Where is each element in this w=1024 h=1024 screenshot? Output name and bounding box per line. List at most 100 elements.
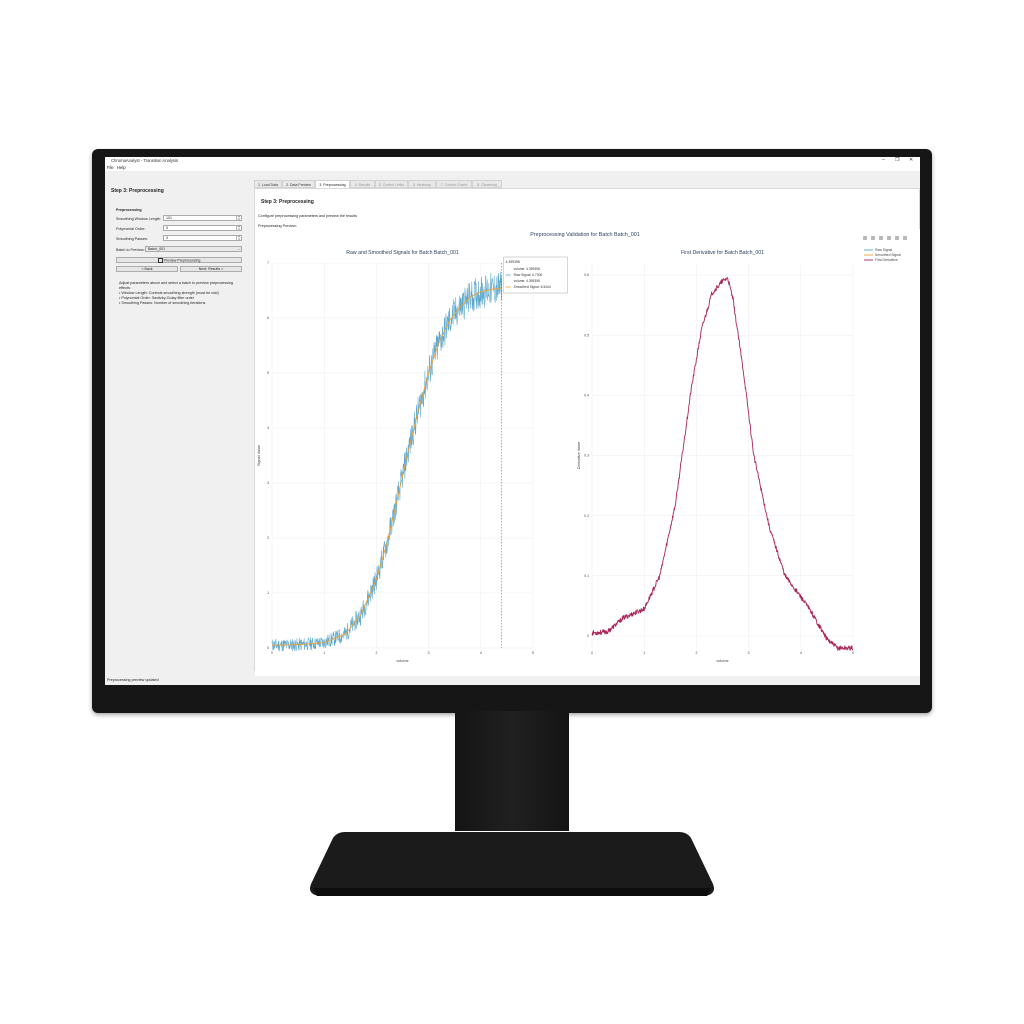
poly-order-label: Polynomial Order: <box>116 227 146 231</box>
y-tick-label: 1 <box>267 591 269 595</box>
status-text: Preprocessing preview updated <box>107 678 159 682</box>
preprocessing-tab-content: Step 3: Preprocessing Configure preproce… <box>254 188 920 677</box>
x-tick-label: 2 <box>695 651 697 655</box>
y-axis-label: Derivative Value <box>577 442 581 469</box>
y-tick-label: 5 <box>267 371 269 375</box>
preview-button-label: Preview Preprocessing <box>163 258 201 263</box>
help-line: Adjust parameters above and select a bat… <box>119 281 233 285</box>
x-tick-label: 4 <box>480 651 482 655</box>
checkbox-icon <box>157 258 163 263</box>
poly-order-spinbox[interactable]: 3 ▲ ▼ <box>163 225 242 231</box>
x-axis-label: volume <box>396 659 408 663</box>
y-tick-label: 0.1 <box>584 574 589 578</box>
spin-arrows-icon[interactable]: ▲ ▼ <box>236 235 241 240</box>
window-title: ChromaAnalyst - Transition Analysis <box>111 158 179 163</box>
y-tick-label: 2 <box>267 536 269 540</box>
help-line: • Smoothing Passes: Number of smoothing … <box>119 301 206 305</box>
y-axis-label: Signal Value <box>257 445 261 466</box>
monitor-stand-base <box>310 832 714 896</box>
help-line: effects: <box>119 286 131 290</box>
chart-title: Raw and Smoothed Signals for Batch Batch… <box>346 250 459 256</box>
status-bar: Preprocessing preview updated <box>105 676 920 685</box>
x-tick-label: 1 <box>643 651 645 655</box>
next-results-button[interactable]: Next: Results > <box>180 266 242 272</box>
menu-file[interactable]: File <box>107 165 114 170</box>
batch-label: Batch to Preview: <box>116 248 145 252</box>
y-tick-label: 0.4 <box>584 394 589 398</box>
back-button[interactable]: < Back <box>116 266 178 272</box>
tab-load-data[interactable]: 1. Load Data <box>254 180 282 188</box>
x-tick-label: 0 <box>271 651 273 655</box>
spin-arrows-icon[interactable]: ▲ ▼ <box>236 225 241 230</box>
passes-spinbox[interactable]: 3 ▲ ▼ <box>163 235 242 241</box>
minimize-button[interactable]: – <box>882 157 885 163</box>
home-icon[interactable] <box>903 236 907 240</box>
preview-label: Preprocessing Preview: <box>258 224 297 228</box>
tab-control-charts[interactable]: 7. Control Charts <box>436 180 472 188</box>
tooltip-line: volume: 4.399398 <box>514 279 540 283</box>
validation-title: Preprocessing Validation for Batch Batch… <box>530 232 640 238</box>
y-tick-label: 0.3 <box>584 454 589 458</box>
maximize-button[interactable]: ❐ <box>895 157 899 163</box>
x-tick-label: 3 <box>748 651 750 655</box>
tooltip-line: Raw Signal: 6.7300 <box>514 273 543 277</box>
legend-label: Raw Signal <box>875 248 892 252</box>
passes-label: Smoothing Passes: <box>116 237 148 241</box>
y-tick-label: 7 <box>267 261 269 265</box>
tab-heatmap[interactable]: 6. Heatmap <box>408 180 436 188</box>
tooltip-line: volume: 4.399398 <box>514 267 540 271</box>
y-tick-label: 4 <box>267 426 269 430</box>
chart-title: First Derivative for Batch Batch_001 <box>681 250 764 256</box>
camera-icon[interactable] <box>863 236 867 240</box>
y-tick-label: 0 <box>267 646 269 650</box>
box-select-icon[interactable] <box>887 236 891 240</box>
tooltip-header: 4.399398 <box>506 260 520 264</box>
x-tick-label: 5 <box>532 651 534 655</box>
y-tick-label: 0.6 <box>584 273 589 277</box>
reset-axes-icon[interactable] <box>895 236 899 240</box>
title-bar: ChromaAnalyst - Transition Analysis – ❐ … <box>105 157 920 164</box>
menu-help[interactable]: Help <box>117 165 126 170</box>
x-tick-label: 5 <box>852 651 854 655</box>
legend-label: First Derivative <box>875 258 898 262</box>
tab-clustering[interactable]: 8. Clustering <box>472 180 502 188</box>
preprocessing-group-title: Preprocessing <box>116 208 142 212</box>
x-tick-label: 2 <box>375 651 377 655</box>
app-window: ChromaAnalyst - Transition Analysis – ❐ … <box>105 157 920 685</box>
poly-order-value: 3 <box>166 226 168 230</box>
help-line: • Polynomial Order: Savitzky-Golay filte… <box>119 296 195 300</box>
content-heading: Step 3: Preprocessing <box>261 199 314 205</box>
zoom-icon[interactable] <box>871 236 875 240</box>
help-line: • Window Length: Controls smoothing stre… <box>119 291 219 295</box>
x-axis-label: volume <box>716 659 728 663</box>
y-tick-label: 0.5 <box>584 333 589 337</box>
chevron-down-icon: ⌄ <box>237 247 240 251</box>
step-title: Step 3: Preprocessing <box>111 188 164 194</box>
tab-data-preview[interactable]: 2. Data Preview <box>282 180 315 188</box>
batch-select[interactable]: Batch_001 ⌄ <box>145 246 242 252</box>
tab-results[interactable]: 4. Results <box>350 180 375 188</box>
batch-value: Batch_001 <box>148 247 166 251</box>
y-tick-label: 6 <box>267 316 269 320</box>
window-length-spinbox[interactable]: 101 ▲ ▼ <box>163 215 242 221</box>
passes-value: 3 <box>166 236 168 240</box>
preview-preprocessing-button[interactable]: Preview Preprocessing <box>116 257 242 263</box>
x-tick-label: 4 <box>800 651 802 655</box>
preview-plot[interactable]: 0 1 2 3 4 5 0 1 2 3 4 5 6 7 Raw and Smoothed Signals f… <box>255 229 920 677</box>
monitor-stand-neck <box>455 711 569 831</box>
close-button[interactable]: ✕ <box>909 157 913 163</box>
content-description: Configure preprocessing parameters and p… <box>258 214 357 218</box>
y-tick-label: 3 <box>267 481 269 485</box>
y-tick-label: 0 <box>587 634 589 638</box>
tab-control-limits[interactable]: 5. Control Limits <box>375 180 408 188</box>
x-tick-label: 1 <box>323 651 325 655</box>
left-panel: Step 3: Preprocessing Preprocessing Smoo… <box>105 177 252 677</box>
y-tick-label: 0.2 <box>584 514 589 518</box>
window-length-value: 101 <box>166 216 172 220</box>
tooltip-line: Smoothed Signal: 6.5444 <box>514 285 551 289</box>
window-length-label: Smoothing Window Length: <box>116 217 162 221</box>
x-tick-label: 0 <box>591 651 593 655</box>
pan-icon[interactable] <box>879 236 883 240</box>
menu-bar: File Help <box>105 164 920 171</box>
spin-arrows-icon[interactable]: ▲ ▼ <box>236 215 241 220</box>
